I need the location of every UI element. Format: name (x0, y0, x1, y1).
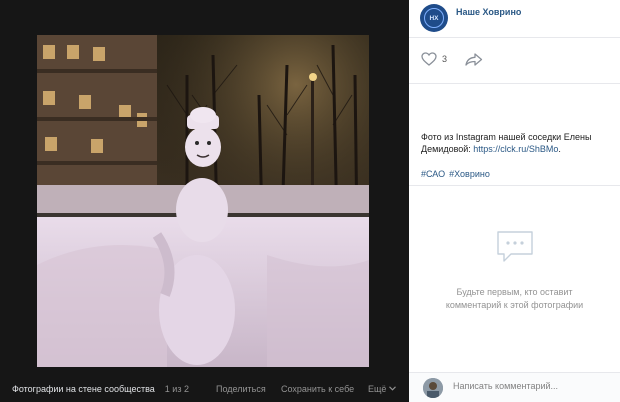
share-arrow-icon[interactable] (465, 53, 483, 66)
group-name-link[interactable]: Наше Ховрино (456, 7, 521, 17)
empty-comments-text: Будьте первым, кто оставит комментарий к… (445, 287, 584, 310)
post-link[interactable]: https://clck.ru/ShBMo (473, 144, 558, 154)
post-text: Фото из Instagram нашей соседки Елены Де… (421, 131, 613, 155)
snowman-photo[interactable] (37, 35, 369, 367)
tag-khovrino[interactable]: #Ховрино (449, 169, 490, 179)
side-panel: НХ Наше Ховрино 3 Фото из Instagram наше… (409, 0, 620, 402)
viewer-footer: Фотографии на стене сообщества 1 из 2 По… (0, 375, 409, 402)
comment-bar (409, 372, 620, 402)
heart-icon (421, 52, 437, 66)
album-title[interactable]: Фотографии на стене сообщества (12, 384, 155, 394)
photo-counter: 1 из 2 (164, 383, 189, 394)
avatar-initials: НХ (424, 8, 444, 28)
group-header: НХ Наше Ховрино (409, 0, 620, 38)
like-button[interactable]: 3 (421, 52, 447, 66)
more-label: Ещё (368, 383, 387, 394)
photo-image (37, 35, 369, 367)
photo-viewer: Фотографии на стене сообщества 1 из 2 По… (0, 0, 409, 402)
comment-input[interactable] (453, 381, 593, 391)
save-button[interactable]: Сохранить к себе (281, 384, 354, 394)
empty-comments: Будьте первым, кто оставит комментарий к… (409, 185, 620, 365)
post-tags: #САО #Ховрино (421, 169, 494, 179)
chevron-down-icon (389, 386, 397, 391)
group-avatar[interactable]: НХ (420, 4, 448, 32)
comment-bubbles-icon (497, 231, 533, 262)
tag-sao[interactable]: #САО (421, 169, 445, 179)
user-avatar (423, 378, 443, 398)
post-actions: 3 (409, 38, 620, 84)
user-avatar-image (423, 378, 443, 398)
post-text-suffix: . (558, 144, 561, 154)
share-button[interactable]: Поделиться (216, 384, 266, 394)
like-count: 3 (442, 54, 448, 64)
more-button[interactable]: Ещё (368, 383, 397, 394)
